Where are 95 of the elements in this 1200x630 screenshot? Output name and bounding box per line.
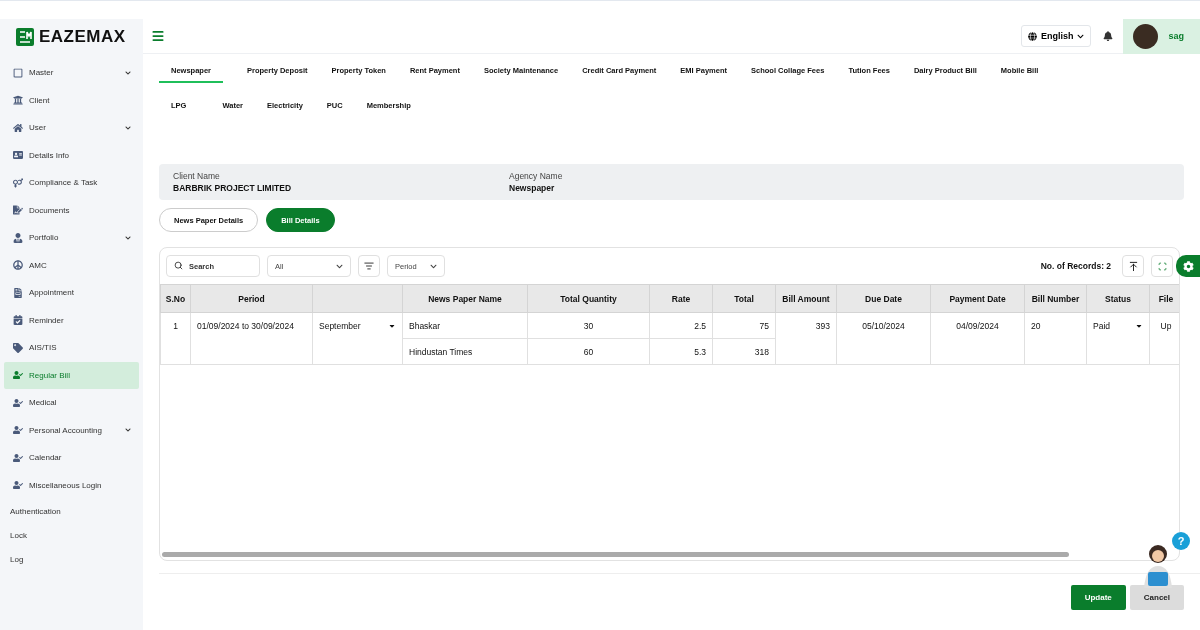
filter-button[interactable]: [358, 255, 380, 277]
table-cell: Hindustan Times: [402, 338, 528, 365]
arrow-up-to-line-icon: [1127, 260, 1139, 272]
table-cell: 2.5: [649, 312, 713, 339]
scrollbar[interactable]: [162, 552, 1070, 557]
table-cell: 20: [1024, 312, 1087, 365]
sidebar-item[interactable]: AMC: [4, 251, 139, 279]
sidebar-item[interactable]: User: [4, 114, 139, 142]
user-check-icon: [13, 370, 23, 381]
caret-down-icon: [1135, 322, 1143, 330]
table-cell: 05/10/2024: [836, 312, 931, 365]
user-menu[interactable]: sag: [1123, 18, 1200, 54]
menu-icon[interactable]: [151, 29, 165, 43]
table-cell: Bhaskar: [402, 312, 528, 339]
column-header: Bill Amount: [775, 284, 837, 313]
caret-down-icon: [388, 322, 396, 330]
chevron-down-icon: [125, 124, 131, 131]
building-icon: [13, 95, 23, 106]
user-check-icon: [13, 480, 23, 491]
table-cell: 393: [775, 312, 837, 365]
notification-bell-icon[interactable]: [1103, 31, 1114, 41]
column-header: Total Quantity: [527, 284, 650, 313]
table-cell: 01/09/2024 to 30/09/2024: [190, 312, 313, 365]
house-icon: [13, 122, 23, 133]
column-header: Total: [712, 284, 776, 313]
column-header: Period: [190, 284, 313, 313]
sidebar-item[interactable]: Personal Accounting: [4, 416, 139, 444]
calendar-check-icon: [13, 315, 23, 326]
settings-button[interactable]: [1176, 255, 1200, 277]
sidebar-item[interactable]: Reminder: [4, 306, 139, 334]
sidebar-item[interactable]: AIS/TIS: [4, 334, 139, 362]
tag-icon: [13, 342, 23, 353]
avatar: [1133, 23, 1159, 49]
user-name: sag: [1168, 31, 1184, 41]
chevron-down-icon: [125, 234, 131, 241]
chevron-down-icon: [1077, 32, 1085, 40]
table-cell: 75: [712, 312, 776, 339]
filter-icon: [364, 261, 374, 271]
chevron-down-icon: [430, 262, 437, 270]
language-select[interactable]: English: [1020, 25, 1092, 47]
document-pen-icon: [13, 205, 23, 216]
sidebar-item[interactable]: Details Info: [4, 141, 139, 169]
column-header: Status: [1086, 284, 1150, 313]
chevron-down-icon: [125, 69, 131, 76]
gender-icon: [13, 177, 23, 188]
action-button[interactable]: Cancel: [1129, 585, 1184, 610]
logo-icon: [15, 27, 35, 47]
sidebar-item[interactable]: Lock: [4, 523, 139, 547]
table-cell: 30: [527, 312, 650, 339]
sidebar-item[interactable]: Compliance & Task: [4, 169, 139, 197]
column-header: News Paper Name: [402, 284, 528, 313]
sidebar-item[interactable]: Medical: [4, 389, 139, 417]
sidebar-item[interactable]: Calendar: [4, 444, 139, 472]
settings-icon: [1182, 260, 1194, 272]
sidebar-item[interactable]: Documents: [4, 196, 139, 224]
column-header: S.No: [160, 284, 191, 313]
table-cell: 5.3: [649, 338, 713, 365]
column-header: Rate: [649, 284, 713, 313]
cell-select[interactable]: Paid: [1093, 321, 1143, 331]
sidebar-item[interactable]: Authentication: [4, 499, 139, 523]
table-cell: 1: [160, 312, 191, 365]
cell-select[interactable]: September: [319, 321, 396, 331]
field-label: Client Name: [173, 171, 221, 181]
user-icon: [13, 232, 23, 243]
column-header: Payment Date: [930, 284, 1025, 313]
chevron-down-icon: [336, 262, 343, 270]
table-cell: 04/09/2024: [930, 312, 1025, 365]
action-button[interactable]: Update: [1070, 585, 1126, 610]
field-value: Newspaper: [509, 183, 556, 193]
user-check-icon: [13, 425, 23, 436]
field-value: BARBRIK PROJECT LIMITED: [173, 183, 293, 193]
sidebar-item[interactable]: Appointment: [4, 279, 139, 307]
peace-icon: [13, 260, 23, 271]
search-icon: [174, 261, 183, 270]
sidebar-item[interactable]: Regular Bill: [4, 361, 139, 389]
user-check-icon: [13, 452, 23, 463]
document-icon: [13, 287, 23, 298]
table-cell: 60: [527, 338, 650, 365]
user-check-icon: [13, 397, 23, 408]
chevron-down-icon: [125, 427, 131, 434]
sidebar-item[interactable]: Client: [4, 86, 139, 114]
globe-icon: [1027, 31, 1037, 41]
sidebar-item[interactable]: Log: [4, 547, 139, 571]
field-label: Agency Name: [509, 171, 564, 181]
sidebar-item[interactable]: Portfolio: [4, 224, 139, 252]
sidebar-item[interactable]: Master: [4, 59, 139, 87]
fullscreen-icon: [1157, 261, 1167, 271]
id-card-icon: [13, 150, 23, 161]
record-count: No. of Records: 2: [1040, 261, 1112, 271]
brand-name: EAZEMAX: [39, 27, 126, 47]
export-button[interactable]: [1122, 255, 1145, 277]
column-header: Bill Number: [1024, 284, 1087, 313]
sidebar-item[interactable]: Miscellaneous Login: [4, 471, 139, 499]
column-header: File: [1149, 284, 1180, 313]
column-header: Due Date: [836, 284, 931, 313]
